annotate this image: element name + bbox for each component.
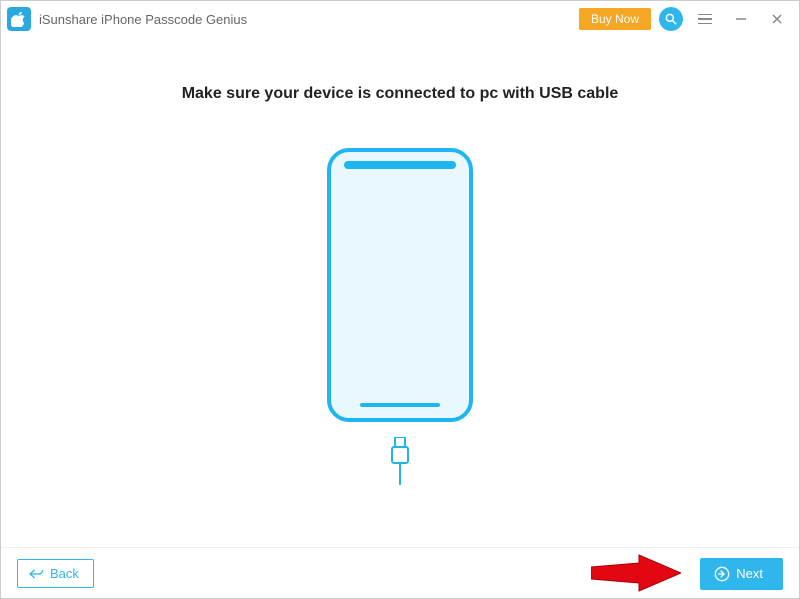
close-button[interactable] <box>763 5 791 33</box>
minimize-icon <box>735 13 747 25</box>
usb-cable-icon <box>388 437 412 485</box>
minimize-button[interactable] <box>727 5 755 33</box>
next-arrow-icon <box>714 566 730 582</box>
buy-now-button[interactable]: Buy Now <box>579 8 651 30</box>
app-title: iSunshare iPhone Passcode Genius <box>39 12 247 27</box>
close-icon <box>771 13 783 25</box>
back-arrow-icon <box>28 567 44 581</box>
next-button-label: Next <box>736 566 763 581</box>
annotation-arrow-icon <box>591 553 681 593</box>
search-icon <box>664 12 678 26</box>
next-button[interactable]: Next <box>700 558 783 590</box>
app-logo-icon <box>7 7 31 31</box>
back-button[interactable]: Back <box>17 559 94 588</box>
titlebar: iSunshare iPhone Passcode Genius Buy Now <box>1 1 799 37</box>
phone-icon <box>326 147 474 423</box>
help-button[interactable] <box>659 7 683 31</box>
menu-button[interactable] <box>691 5 719 33</box>
instruction-text: Make sure your device is connected to pc… <box>1 85 799 103</box>
footer: Back Next <box>1 547 799 599</box>
main-panel: Make sure your device is connected to pc… <box>1 37 799 547</box>
back-button-label: Back <box>50 566 79 581</box>
device-illustration <box>1 147 799 485</box>
